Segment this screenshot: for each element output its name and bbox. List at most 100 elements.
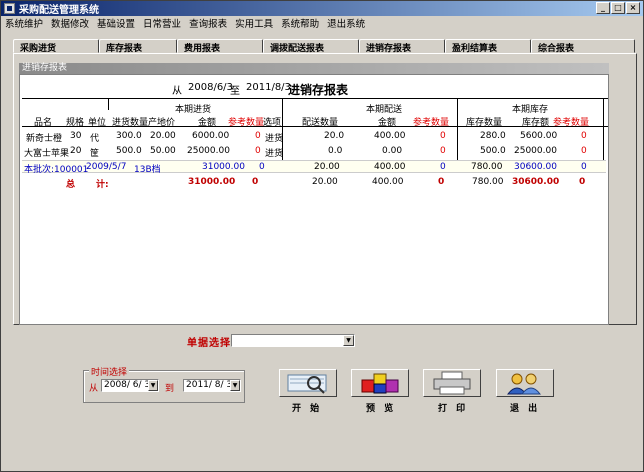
section-in-header: 本期进货 [175, 105, 212, 115]
report-title-row: 从 2008/6/3 至 2011/8/3 进销存报表 [20, 81, 608, 97]
window-title: 采购配送管理系统 [19, 5, 99, 16]
preview-blocks-icon [361, 373, 399, 394]
batch-in-amount: 31000.00 [202, 162, 245, 172]
row2-spec: 20 [70, 146, 82, 156]
to-date: 2011/8/3 [246, 82, 291, 93]
col-in-qty: 进货数量 [112, 118, 149, 128]
batch-date: 2009/5/7 [86, 162, 127, 172]
row1-origin-price: 20.00 [150, 131, 176, 141]
row2-in-qty: 500.0 [116, 146, 142, 156]
row2-in-ref: 0 [255, 146, 261, 156]
col-name: 品名 [34, 118, 53, 128]
from-label: 从 [172, 86, 182, 97]
dropdown-arrow-icon[interactable]: ▼ [148, 380, 158, 391]
col-stock-qty: 库存数量 [466, 118, 503, 128]
row2-name: 大富士苹果 [24, 149, 70, 159]
col-stock-amount: 库存额 [522, 118, 550, 128]
total-in-amount: 31000.00 [188, 177, 236, 187]
maximize-button[interactable]: □ [611, 2, 625, 14]
row1-stock-ref: 0 [581, 131, 587, 141]
row2-option[interactable]: 进货 [265, 146, 283, 159]
menu-system-maintenance[interactable]: 系统维护 [5, 16, 43, 30]
start-button[interactable] [279, 369, 337, 397]
col-out-ref-qty: 参考数量 [413, 118, 450, 128]
from-date: 2008/6/3 [188, 82, 233, 93]
row2-out-qty: 0.0 [328, 146, 343, 156]
dropdown-arrow-icon[interactable]: ▼ [343, 335, 354, 346]
menu-basic-settings[interactable]: 基础设置 [97, 16, 135, 30]
tab-inventory-report[interactable]: 库存报表 [99, 39, 177, 54]
tab-expense-report[interactable]: 费用报表 [177, 39, 263, 54]
exit-users-icon [506, 373, 542, 395]
app-icon [4, 3, 15, 14]
row1-unit: 代 [90, 134, 100, 144]
close-button[interactable]: × [626, 2, 640, 14]
batch-stock-amount: 30600.00 [514, 162, 557, 172]
tab-profit-report[interactable]: 盈利结算表 [445, 39, 531, 54]
row1-in-ref: 0 [255, 131, 261, 141]
menu-bar: 系统维护 数据修改 基础设置 日常营业 查询报表 实用工具 系统帮助 退出系统 [1, 16, 643, 30]
minimize-button[interactable]: _ [596, 2, 610, 14]
receipt-label: 单据选择 [187, 338, 231, 349]
row1-stock-qty: 280.0 [480, 131, 506, 141]
total-stock-amount: 30600.00 [512, 177, 560, 187]
menu-help[interactable]: 系统帮助 [281, 16, 319, 30]
col-in-ref-qty: 参考数量 [228, 118, 265, 128]
row2-out-amount: 0.00 [382, 146, 403, 156]
grid-line [22, 98, 608, 99]
col-in-amount: 金额 [198, 118, 217, 128]
row1-out-qty: 20.0 [324, 131, 345, 141]
batch-in-ref: 0 [259, 162, 265, 172]
preview-button-label: 预 览 [366, 404, 397, 414]
total-stock-ref: 0 [579, 177, 586, 187]
col-out-amount: 金额 [378, 118, 397, 128]
row1-option[interactable]: 进货 [265, 131, 283, 144]
menu-tools[interactable]: 实用工具 [235, 16, 273, 30]
row2-out-ref: 0 [440, 146, 446, 156]
tab-stock-flow-report[interactable]: 进销存报表 [359, 39, 445, 54]
print-button[interactable] [423, 369, 481, 397]
batch-label: 本批次:100001 [24, 165, 89, 175]
grid-line [603, 98, 604, 167]
exit-button-label: 退 出 [510, 404, 541, 414]
menu-query-reports[interactable]: 查询报表 [189, 16, 227, 30]
total-out-ref: 0 [438, 177, 445, 187]
batch-row[interactable]: 本批次:100001 2009/5/7 13B档 31000.00 0 20.0… [22, 160, 606, 175]
to-date-label: 到 [165, 384, 175, 394]
tab-transfer-report[interactable]: 调拨配送报表 [263, 39, 359, 54]
batch-out-ref: 0 [440, 162, 446, 172]
batch-out-amount: 400.00 [374, 162, 406, 172]
search-magnifier-icon [287, 374, 327, 394]
col-unit: 单位 [88, 118, 107, 128]
grid-line [108, 98, 109, 110]
menu-daily-business[interactable]: 日常营业 [143, 16, 181, 30]
total-in-ref: 0 [252, 177, 259, 187]
row1-out-amount: 400.00 [374, 131, 406, 141]
to-date-picker[interactable]: 2011/ 8/ 3 ▼ [183, 379, 241, 392]
to-label: 至 [230, 86, 240, 97]
section-out-header: 本期配送 [366, 105, 403, 115]
menu-data-edit[interactable]: 数据修改 [51, 16, 89, 30]
row2-stock-qty: 500.0 [480, 146, 506, 156]
app-window: 采购配送管理系统 _ □ × 系统维护 数据修改 基础设置 日常营业 查询报表 … [0, 0, 644, 472]
from-date-value: 2008/ 6/ 3 [104, 380, 151, 390]
batch-code: 13B档 [134, 165, 161, 175]
batch-out-qty: 20.00 [314, 162, 340, 172]
title-bar[interactable]: 采购配送管理系统 _ □ × [1, 1, 643, 16]
row1-in-amount: 6000.00 [192, 131, 230, 141]
section-stock-header: 本期库存 [512, 105, 549, 115]
menu-exit[interactable]: 退出系统 [327, 16, 365, 30]
col-option: 选项 [263, 118, 282, 128]
row1-in-qty: 300.0 [116, 131, 142, 141]
tab-purchase[interactable]: 采购进货 [13, 39, 99, 54]
tab-summary-report[interactable]: 综合报表 [531, 39, 635, 54]
row2-stock-amount: 25000.00 [514, 146, 557, 156]
from-date-picker[interactable]: 2008/ 6/ 3 ▼ [101, 379, 159, 392]
preview-button[interactable] [351, 369, 409, 397]
dropdown-arrow-icon[interactable]: ▼ [230, 380, 240, 391]
row2-stock-ref: 0 [581, 146, 587, 156]
exit-button[interactable] [496, 369, 554, 397]
col-origin-price: 产地价 [148, 118, 176, 128]
printer-icon [433, 371, 471, 395]
receipt-select[interactable]: ▼ [231, 334, 355, 347]
